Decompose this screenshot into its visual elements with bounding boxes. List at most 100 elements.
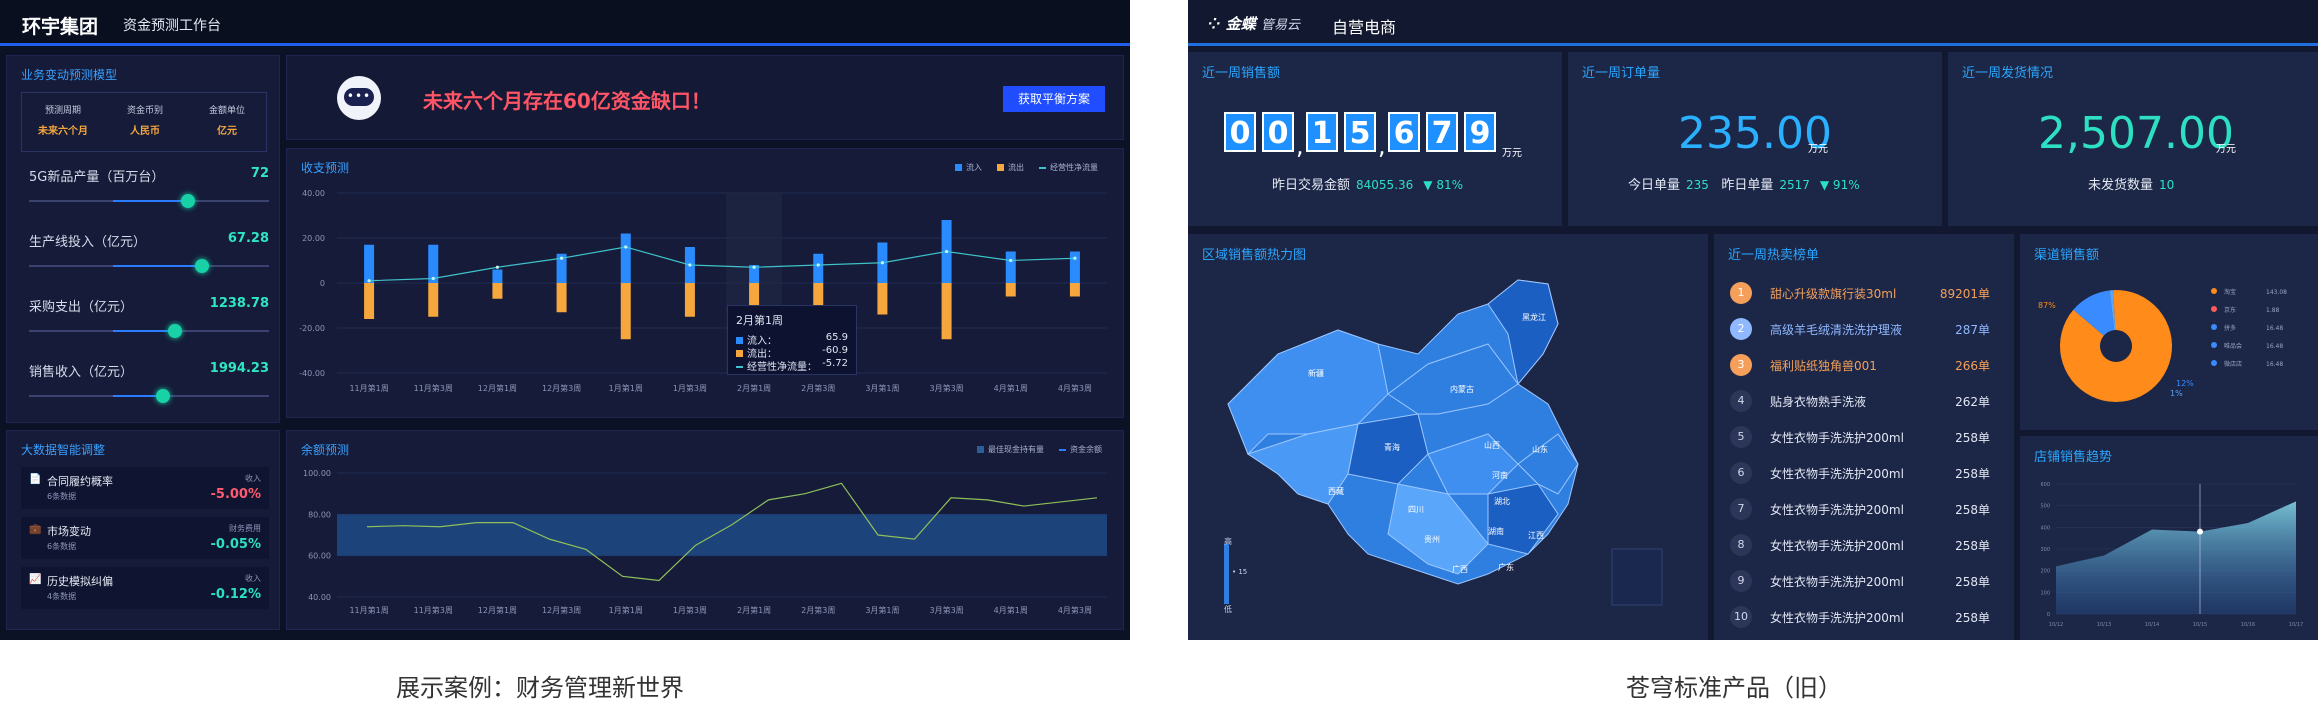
bar-outflow[interactable] <box>620 283 631 340</box>
bar-inflow[interactable] <box>492 269 503 284</box>
hot-list-item[interactable]: 1 甜心升级款旗行装30ml 89201单 <box>1728 280 1990 308</box>
tooltip-label: 经营性净流量： <box>747 362 817 373</box>
hot-list-item[interactable]: 2 高级羊毛绒清洗洗护理液 287单 <box>1728 316 1990 344</box>
slider-fill <box>113 330 176 332</box>
hot-list-item[interactable]: 5 女性衣物手洗洗护200ml 258单 <box>1728 424 1990 452</box>
hot-list-item[interactable]: 3 福利贴纸独角兽001 266单 <box>1728 352 1990 380</box>
netflow-point[interactable] <box>1009 258 1013 263</box>
y-tick-label: 100 <box>2040 590 2050 596</box>
item-tag: 收入 <box>245 474 261 483</box>
region-label: 广西 <box>1452 565 1468 574</box>
bar-outflow[interactable] <box>877 283 888 315</box>
netflow-point[interactable] <box>559 256 564 260</box>
x-tick-label: 10/16 <box>2241 622 2255 628</box>
adjust-item[interactable]: 📄 合同履约概率 6条数据 收入 -5.00% <box>21 467 269 509</box>
netflow-point[interactable] <box>495 265 500 269</box>
bar-outflow[interactable] <box>428 283 439 317</box>
legend-name: 微店店 <box>2224 360 2242 368</box>
param-period[interactable]: 预测周期 未来六个月 <box>22 103 104 137</box>
bar-outflow[interactable] <box>556 283 567 313</box>
item-count: 6条数据 <box>47 492 77 501</box>
bar-inflow[interactable] <box>1069 251 1080 284</box>
x-tick-label: 2月第1周 <box>737 383 771 393</box>
bar-outflow[interactable] <box>684 283 695 317</box>
legend-name: 淘宝 <box>2224 288 2236 296</box>
region-label: 广东 <box>1498 563 1514 572</box>
slider-track[interactable] <box>29 389 269 403</box>
logo-sub: 管易云 <box>1261 18 1301 33</box>
param-value: 亿元 <box>217 126 237 137</box>
region-label: 湖南 <box>1488 527 1504 536</box>
bar-inflow[interactable] <box>620 233 631 284</box>
hot-list-item[interactable]: 10 女性衣物手洗洗护200ml 258单 <box>1728 604 1990 632</box>
tooltip-title: 2月第1周 <box>736 314 783 327</box>
hot-list-item[interactable]: 4 贴身衣物熟手洗液 262单 <box>1728 388 1990 416</box>
product-qty: 258单 <box>1955 575 1990 589</box>
slider-label: 生产线投入（亿元） <box>29 235 147 250</box>
hot-list-item[interactable]: 9 女性衣物手洗洗护200ml 258单 <box>1728 568 1990 596</box>
region-label: 西藏 <box>1328 487 1344 496</box>
bar-outflow[interactable] <box>1069 283 1080 297</box>
netflow-point[interactable] <box>944 249 949 254</box>
region-heatmap-card: 区域销售额热力图 高 低 • 15 新疆 西藏 青海 内蒙古 四川 湖北 广西 … <box>1188 234 1708 640</box>
netflow-point[interactable] <box>1073 256 1077 260</box>
slider-track[interactable] <box>29 324 269 338</box>
x-tick-label: 3月第3周 <box>929 383 963 393</box>
bar-inflow[interactable] <box>1005 251 1016 284</box>
netflow-point[interactable] <box>624 245 628 249</box>
hot-list-item[interactable]: 7 女性衣物手洗洗护200ml 258单 <box>1728 496 1990 524</box>
netflow-point[interactable] <box>752 265 756 269</box>
y-tick-label: -20.00 <box>299 324 325 333</box>
slider-track[interactable] <box>29 194 269 208</box>
optimal-cash-band <box>337 514 1107 556</box>
finance-dashboard: 环宇集团 资金预测工作台 业务变动预测模型 预测周期 未来六个月 资金币别 人民… <box>0 0 1130 640</box>
x-tick-label: 12月第1周 <box>478 383 517 393</box>
slider-label: 采购支出（亿元） <box>29 300 134 315</box>
china-map[interactable] <box>1188 234 1708 640</box>
region-label: 江西 <box>1528 531 1544 540</box>
netflow-point[interactable] <box>367 279 371 283</box>
slider-handle[interactable] <box>155 389 170 403</box>
yesterday-value: 2517 <box>1779 178 1810 192</box>
trend-point[interactable] <box>2197 528 2203 535</box>
netflow-point[interactable] <box>431 276 435 281</box>
channel-pie-chart: 87% 12%1% 淘宝 143.08 京东 1.88 拼多 16.48 唯品会 16.48 微店店… <box>2038 288 2287 402</box>
product-name: 福利贴纸独角兽001 <box>1770 359 1877 373</box>
netflow-point[interactable] <box>816 263 820 267</box>
bar-inflow[interactable] <box>813 253 824 283</box>
adjust-item[interactable]: 📈 历史模拟纠偏 4条数据 收入 -0.12% <box>21 567 269 609</box>
sub-value: 10 <box>2159 178 2175 192</box>
slider-track[interactable] <box>29 259 269 273</box>
tooltip-row: 经营性净流量： -5.72 <box>736 358 848 373</box>
hot-list-item[interactable]: 6 女性衣物手洗洗护200ml 258单 <box>1728 460 1990 488</box>
slider-item[interactable]: 采购支出（亿元） 1238.78 <box>29 296 269 338</box>
bar-inflow[interactable] <box>364 244 375 283</box>
legend-value: 1.88 <box>2266 307 2280 314</box>
netflow-point[interactable] <box>880 261 885 265</box>
unit-label: 万元 <box>1808 144 1828 155</box>
slider-handle[interactable] <box>168 324 183 338</box>
bar-outflow[interactable] <box>941 283 952 340</box>
hot-list-item[interactable]: 8 女性衣物手洗洗护200ml 258单 <box>1728 532 1990 560</box>
bar-outflow[interactable] <box>1005 283 1016 297</box>
sub-value: 84055.36 <box>1356 178 1414 192</box>
param-unit[interactable]: 金额单位 亿元 <box>186 103 268 137</box>
param-currency[interactable]: 资金币别 人民币 <box>104 103 186 137</box>
adjust-item[interactable]: 💼 市场变动 6条数据 财务费用 -0.05% <box>21 517 269 559</box>
pie-label: 87% <box>2038 301 2056 310</box>
weekly-sales-card: 近一周销售额 0015679,, 万元 昨日交易金额 84055.36 ▼ 81% <box>1188 52 1562 226</box>
get-balance-plan-button[interactable]: 获取平衡方案 <box>1003 86 1105 112</box>
revenue-forecast-panel: 收支预测 流入 流出 经营性净流量 40.00 20.00 0 -20.00 -40.0… <box>286 148 1124 418</box>
slider-item[interactable]: 销售收入（亿元） 1994.23 <box>29 361 269 403</box>
slider-item[interactable]: 5G新品产量（百万台） 72 <box>29 166 269 208</box>
y-tick-label: 600 <box>2040 482 2050 488</box>
bar-outflow[interactable] <box>492 283 503 299</box>
product-name: 高级羊毛绒清洗洗护理液 <box>1770 323 1903 337</box>
slider-item[interactable]: 生产线投入（亿元） 67.28 <box>29 231 269 273</box>
netflow-point[interactable] <box>688 263 692 267</box>
slider-handle[interactable] <box>180 194 195 208</box>
slider-handle[interactable] <box>194 259 209 273</box>
bar-outflow[interactable] <box>364 283 375 319</box>
weekly-shipping-card: 近一周发货情况 2,507.00 万元 未发货数量 10 <box>1948 52 2318 226</box>
legend-name: 唯品会 <box>2224 342 2242 350</box>
